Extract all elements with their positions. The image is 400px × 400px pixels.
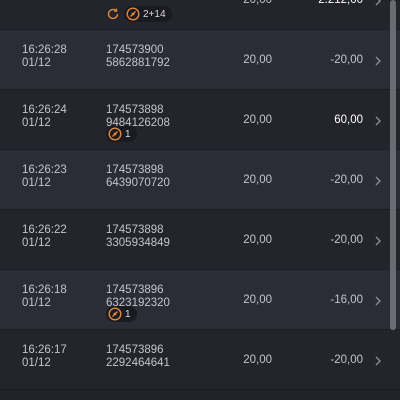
bet-date: 01/12	[22, 117, 51, 129]
badge-count: 2+14	[143, 8, 166, 20]
bet-id: 174573896 2292464641	[106, 344, 170, 370]
bet-badges: 2+14	[106, 6, 172, 22]
bet-row[interactable]: 16:26:18 01/12 174573896 6323192320 1 20…	[0, 270, 400, 330]
bet-id: 174573898 6439070720	[106, 164, 170, 190]
bet-id: 174573898 3305934849	[106, 224, 170, 250]
bet-result: -16,00	[330, 294, 363, 306]
chevron-right-icon[interactable]	[372, 174, 384, 186]
football-icon	[108, 307, 122, 321]
bet-datetime: 16:26:23 01/12	[22, 164, 67, 190]
bet-stake: 20,00	[243, 0, 272, 6]
bet-datetime: 16:26:18 01/12	[22, 284, 67, 310]
scrollbar[interactable]	[390, 0, 396, 330]
chevron-right-icon[interactable]	[372, 114, 384, 126]
bet-id-line1: 174573898	[106, 224, 164, 236]
bet-result: -20,00	[330, 234, 363, 246]
bet-stake: 20,00	[243, 354, 272, 366]
football-icon	[108, 127, 122, 141]
bet-row[interactable]: 16:26:22 01/12 174573898 3305934849 20,0…	[0, 210, 400, 270]
event-count-badge: 1	[106, 126, 137, 142]
event-count-badge: 1	[106, 306, 137, 322]
bet-result: -20,00	[330, 354, 363, 366]
bet-row[interactable]: 01/12 5785305122 2+14 20,00 2.212,00	[0, 0, 400, 30]
football-icon	[126, 7, 140, 21]
bet-date: 01/12	[22, 297, 51, 309]
bet-id-line2: 6439070720	[106, 177, 170, 189]
bet-id-line2: 2292464641	[106, 357, 170, 369]
bet-time: 16:26:23	[22, 164, 67, 176]
bet-time: 16:26:17	[22, 344, 67, 356]
bet-id-line1: 174573900	[106, 44, 164, 56]
chevron-right-icon[interactable]	[372, 54, 384, 66]
bet-id-line2: 3305934849	[106, 237, 170, 249]
bet-id-line1: 174573898	[106, 104, 164, 116]
bet-datetime: 16:26:22 01/12	[22, 224, 67, 250]
event-count-badge: 2+14	[124, 6, 172, 22]
bet-date: 01/12	[22, 237, 51, 249]
bet-time: 16:26:22	[22, 224, 67, 236]
bet-stake: 20,00	[243, 294, 272, 306]
bet-row[interactable]: 16:26:24 01/12 174573898 9484126208 1 20…	[0, 90, 400, 150]
bet-badges: 1	[106, 126, 137, 142]
bet-time: 16:26:28	[22, 44, 67, 56]
chevron-right-icon[interactable]	[372, 234, 384, 246]
bet-stake: 20,00	[243, 234, 272, 246]
bet-row[interactable]: 16:26:23 01/12 174573898 6439070720 20,0…	[0, 150, 400, 210]
bet-result: 2.212,00	[318, 0, 363, 6]
bet-history-list: 01/12 5785305122 2+14 20,00 2.212,00 16:…	[0, 0, 400, 390]
bet-result: 60,00	[334, 114, 363, 126]
chevron-right-icon[interactable]	[372, 294, 384, 306]
bet-result: -20,00	[330, 174, 363, 186]
bet-id-line1: 174573898	[106, 164, 164, 176]
bet-row[interactable]: 16:26:17 01/12 174573896 2292464641 20,0…	[0, 330, 400, 390]
bet-badges: 1	[106, 306, 137, 322]
bet-id-line1: 174573896	[106, 344, 164, 356]
bet-stake: 20,00	[243, 174, 272, 186]
bet-stake: 20,00	[243, 54, 272, 66]
bet-id: 174573900 5862881792	[106, 44, 170, 70]
bet-id-line2: 5862881792	[106, 57, 170, 69]
bet-date: 01/12	[22, 177, 51, 189]
bet-result: -20,00	[330, 54, 363, 66]
bet-id-line1: 174573896	[106, 284, 164, 296]
chevron-right-icon[interactable]	[372, 0, 384, 6]
bet-datetime: 16:26:28 01/12	[22, 44, 67, 70]
badge-count: 1	[125, 128, 131, 140]
bet-time: 16:26:18	[22, 284, 67, 296]
bet-datetime: 16:26:24 01/12	[22, 104, 67, 130]
bet-time: 16:26:24	[22, 104, 67, 116]
bet-date: 01/12	[22, 357, 51, 369]
bet-date: 01/12	[22, 57, 51, 69]
bet-stake: 20,00	[243, 114, 272, 126]
refresh-icon	[106, 6, 120, 22]
bet-datetime: 16:26:17 01/12	[22, 344, 67, 370]
chevron-right-icon[interactable]	[372, 354, 384, 366]
badge-count: 1	[125, 308, 131, 320]
bet-row[interactable]: 16:26:28 01/12 174573900 5862881792 20,0…	[0, 30, 400, 90]
